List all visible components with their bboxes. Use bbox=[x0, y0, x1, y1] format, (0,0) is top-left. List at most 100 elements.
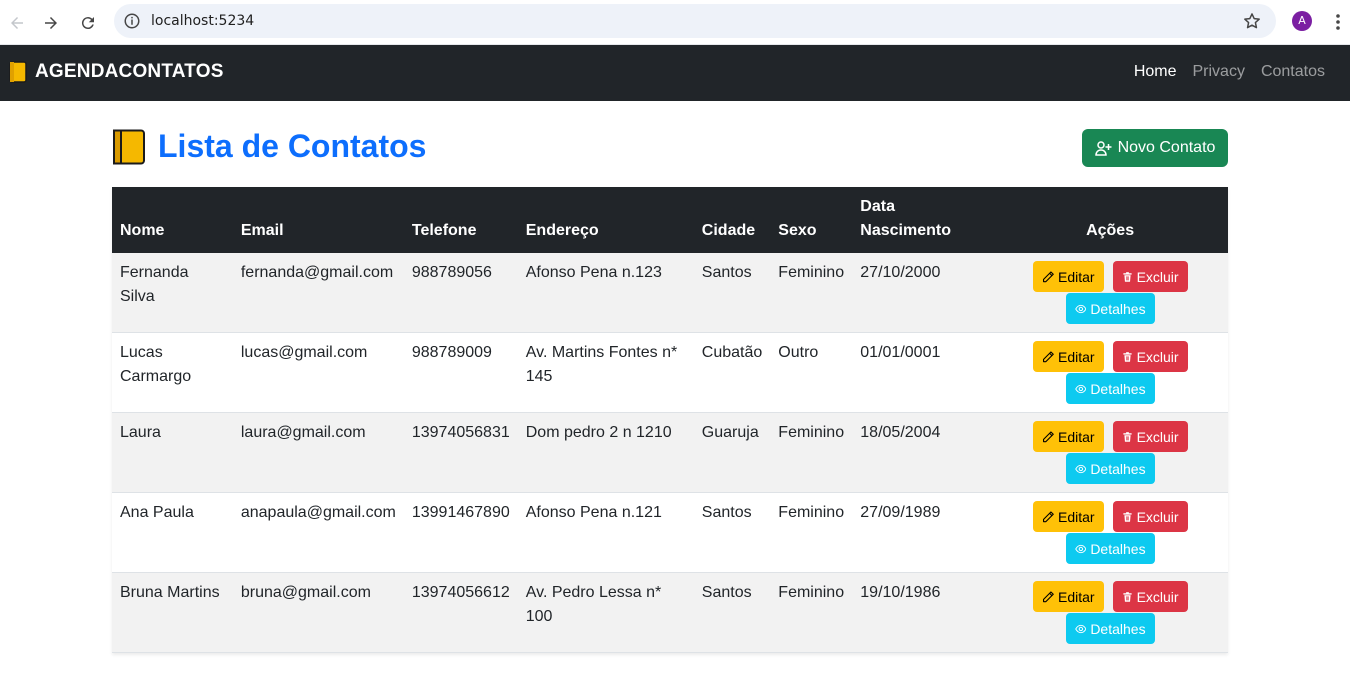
cell-sexo: Feminino bbox=[770, 572, 853, 653]
trash-icon bbox=[1122, 431, 1132, 442]
cell-email: laura@gmail.com bbox=[232, 412, 404, 493]
url-text[interactable]: localhost:5234 bbox=[151, 13, 254, 29]
trash-icon bbox=[1122, 511, 1132, 522]
details-button[interactable]: Detalhes bbox=[1065, 613, 1155, 644]
cell-sexo: Feminino bbox=[770, 492, 853, 573]
pencil-icon bbox=[1042, 270, 1054, 282]
cell-endereco: Av. Martins Fontes n* 145 bbox=[517, 332, 694, 413]
nav-links: Home Privacy Contatos bbox=[1134, 63, 1325, 81]
cell-telefone: 13974056612 bbox=[403, 572, 518, 653]
trash-icon bbox=[1122, 591, 1132, 602]
details-label: Detalhes bbox=[1090, 300, 1146, 317]
eye-icon bbox=[1074, 624, 1087, 633]
edit-label: Editar bbox=[1058, 348, 1095, 365]
cell-cidade: Santos bbox=[693, 572, 771, 653]
title-row: Lista de Contatos Novo Contato bbox=[112, 101, 1228, 187]
trash-icon bbox=[1122, 271, 1132, 282]
cell-nome: Ana Paula bbox=[112, 492, 233, 573]
kebab-menu-icon[interactable] bbox=[1330, 12, 1346, 32]
delete-button[interactable]: Excluir bbox=[1112, 261, 1188, 292]
edit-button[interactable]: Editar bbox=[1032, 421, 1104, 452]
cell-data-nascimento: 19/10/1986 bbox=[852, 572, 993, 653]
table-row: Fernanda Silva fernanda@gmail.com 988789… bbox=[112, 253, 1228, 333]
delete-button[interactable]: Excluir bbox=[1112, 581, 1188, 612]
cell-cidade: Santos bbox=[693, 492, 771, 573]
brand-text: AGENDACONTATOS bbox=[35, 61, 224, 82]
details-button[interactable]: Detalhes bbox=[1065, 293, 1155, 324]
eye-icon bbox=[1074, 304, 1087, 313]
cell-nome: Laura bbox=[112, 412, 233, 493]
person-plus-icon bbox=[1094, 140, 1112, 156]
edit-button[interactable]: Editar bbox=[1032, 581, 1104, 612]
eye-icon bbox=[1074, 544, 1087, 553]
details-label: Detalhes bbox=[1090, 460, 1146, 477]
cell-telefone: 13974056831 bbox=[403, 412, 518, 493]
header-endereco: Endereço bbox=[517, 187, 694, 253]
cell-telefone: 988789009 bbox=[403, 332, 518, 413]
delete-label: Excluir bbox=[1136, 508, 1179, 525]
eye-icon bbox=[1074, 384, 1087, 393]
brand-link[interactable]: AGENDACONTATOS bbox=[9, 61, 224, 83]
details-button[interactable]: Detalhes bbox=[1065, 533, 1155, 564]
cell-email: lucas@gmail.com bbox=[232, 332, 404, 413]
edit-button[interactable]: Editar bbox=[1032, 261, 1104, 292]
info-icon[interactable] bbox=[123, 12, 141, 30]
cell-nome: Lucas Carmargo bbox=[112, 332, 233, 413]
nav-link-home[interactable]: Home bbox=[1134, 63, 1177, 81]
delete-label: Excluir bbox=[1136, 588, 1179, 605]
cell-data-nascimento: 27/09/1989 bbox=[852, 492, 993, 573]
page-title-text: Lista de Contatos bbox=[158, 128, 427, 164]
reload-icon bbox=[81, 17, 94, 30]
cell-email: fernanda@gmail.com bbox=[232, 253, 404, 333]
delete-label: Excluir bbox=[1136, 348, 1179, 365]
cell-acoes: Editar Excluir Detalhes bbox=[992, 412, 1228, 493]
contacts-table: Nome Email Telefone Endereço Cidade Sexo… bbox=[112, 187, 1228, 653]
delete-button[interactable]: Excluir bbox=[1112, 341, 1188, 372]
edit-button[interactable]: Editar bbox=[1032, 501, 1104, 532]
cell-endereco: Dom pedro 2 n 1210 bbox=[517, 412, 694, 493]
cell-cidade: Santos bbox=[693, 253, 771, 333]
cell-email: bruna@gmail.com bbox=[232, 572, 404, 653]
edit-label: Editar bbox=[1058, 268, 1095, 285]
trash-icon bbox=[1122, 351, 1132, 362]
delete-button[interactable]: Excluir bbox=[1112, 501, 1188, 532]
delete-label: Excluir bbox=[1136, 428, 1179, 445]
edit-label: Editar bbox=[1058, 588, 1095, 605]
cell-sexo: Outro bbox=[770, 332, 853, 413]
table-header: Nome Email Telefone Endereço Cidade Sexo… bbox=[112, 187, 1228, 253]
browser-toolbar: localhost:5234 A bbox=[0, 0, 1350, 45]
table-row: Ana Paula anapaula@gmail.com 13991467890… bbox=[112, 492, 1228, 573]
cell-telefone: 13991467890 bbox=[403, 492, 518, 573]
reload-button[interactable] bbox=[76, 11, 100, 35]
cell-cidade: Cubatão bbox=[693, 332, 771, 413]
eye-icon bbox=[1074, 464, 1087, 473]
pencil-icon bbox=[1042, 350, 1054, 362]
cell-endereco: Afonso Pena n.123 bbox=[517, 253, 694, 333]
nav-link-privacy[interactable]: Privacy bbox=[1193, 63, 1245, 81]
arrow-left-icon bbox=[11, 17, 23, 29]
details-button[interactable]: Detalhes bbox=[1065, 373, 1155, 404]
details-label: Detalhes bbox=[1090, 620, 1146, 637]
cell-acoes: Editar Excluir Detalhes bbox=[992, 253, 1228, 333]
profile-avatar[interactable]: A bbox=[1292, 11, 1312, 31]
cell-acoes: Editar Excluir Detalhes bbox=[992, 332, 1228, 413]
header-data-nascimento: Data Nascimento bbox=[852, 187, 993, 253]
cell-telefone: 988789056 bbox=[403, 253, 518, 333]
star-icon[interactable] bbox=[1242, 11, 1262, 31]
main-content: Lista de Contatos Novo Contato Nome Emai… bbox=[112, 101, 1228, 653]
cell-nome: Fernanda Silva bbox=[112, 253, 233, 333]
page-title: Lista de Contatos bbox=[112, 128, 426, 165]
new-contact-button[interactable]: Novo Contato bbox=[1082, 129, 1228, 167]
address-bar[interactable]: localhost:5234 bbox=[114, 4, 1276, 38]
back-button[interactable] bbox=[5, 11, 29, 35]
table-row: Lucas Carmargo lucas@gmail.com 988789009… bbox=[112, 332, 1228, 413]
nav-link-contatos[interactable]: Contatos bbox=[1261, 63, 1325, 81]
forward-button[interactable] bbox=[39, 11, 63, 35]
details-button[interactable]: Detalhes bbox=[1065, 453, 1155, 484]
table-row: Laura laura@gmail.com 13974056831 Dom pe… bbox=[112, 412, 1228, 493]
delete-button[interactable]: Excluir bbox=[1112, 421, 1188, 452]
notebook-icon bbox=[113, 129, 145, 164]
app-navbar: AGENDACONTATOS Home Privacy Contatos bbox=[0, 45, 1350, 101]
edit-button[interactable]: Editar bbox=[1032, 341, 1104, 372]
pencil-icon bbox=[1042, 430, 1054, 442]
